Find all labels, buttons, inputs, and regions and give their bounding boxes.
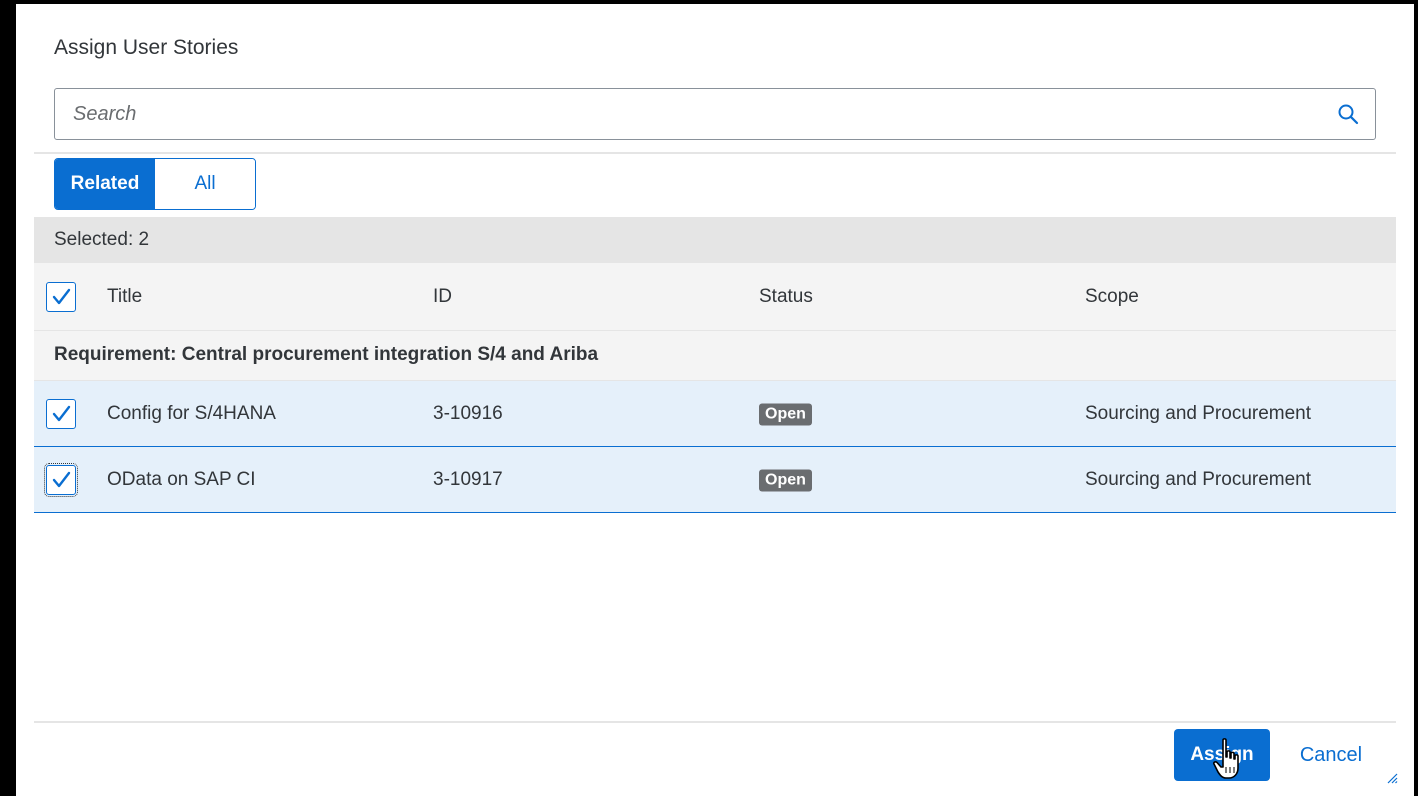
check-icon bbox=[52, 405, 71, 421]
hand-pointer-cursor-icon bbox=[1212, 738, 1239, 779]
table-row[interactable]: Config for S/4HANA 3-10916 Open Sourcing… bbox=[34, 381, 1396, 447]
check-icon bbox=[52, 288, 71, 304]
selected-count-bar: Selected: 2 bbox=[34, 217, 1396, 263]
footer-divider bbox=[34, 721, 1396, 723]
row-checkbox[interactable] bbox=[46, 398, 76, 429]
status-badge: Open bbox=[759, 403, 812, 425]
row-id: 3-10917 bbox=[433, 468, 503, 490]
search-icon[interactable] bbox=[1337, 103, 1359, 125]
row-title: OData on SAP CI bbox=[107, 468, 256, 490]
assign-user-stories-dialog: Assign User Stories Related All Selected… bbox=[16, 4, 1414, 796]
segment-related-button[interactable]: Related bbox=[55, 159, 155, 209]
status-badge: Open bbox=[759, 469, 812, 491]
table-row[interactable]: OData on SAP CI 3-10917 Open Sourcing an… bbox=[34, 447, 1396, 513]
row-checkbox[interactable] bbox=[44, 462, 78, 497]
column-header-scope[interactable]: Scope bbox=[1085, 286, 1139, 308]
column-header-title[interactable]: Title bbox=[107, 286, 142, 308]
row-status-cell: Open bbox=[759, 468, 812, 491]
check-icon bbox=[52, 471, 71, 487]
column-header-status[interactable]: Status bbox=[759, 286, 813, 308]
row-select-cell bbox=[46, 398, 76, 429]
group-header-row: Requirement: Central procurement integra… bbox=[34, 331, 1396, 381]
segment-all-button[interactable]: All bbox=[155, 159, 255, 209]
row-scope: Sourcing and Procurement bbox=[1085, 468, 1312, 490]
select-all-cell bbox=[46, 281, 76, 312]
resize-handle-icon[interactable] bbox=[1386, 772, 1398, 784]
column-header-id[interactable]: ID bbox=[433, 286, 452, 308]
row-id: 3-10916 bbox=[433, 402, 503, 424]
row-status-cell: Open bbox=[759, 402, 812, 425]
user-stories-table: Title ID Status Scope Requirement: Centr… bbox=[34, 263, 1396, 513]
cancel-button[interactable]: Cancel bbox=[1286, 729, 1376, 781]
select-all-checkbox[interactable] bbox=[46, 281, 76, 312]
row-title: Config for S/4HANA bbox=[107, 402, 276, 424]
search-field[interactable] bbox=[54, 88, 1376, 140]
group-header-label: Requirement: Central procurement integra… bbox=[54, 344, 599, 365]
row-scope: Sourcing and Procurement bbox=[1085, 402, 1312, 424]
toolbar-divider bbox=[34, 152, 1396, 154]
row-select-cell bbox=[44, 462, 78, 497]
table-header-row: Title ID Status Scope bbox=[34, 263, 1396, 331]
dialog-title: Assign User Stories bbox=[54, 36, 239, 59]
filter-segmented-button: Related All bbox=[54, 158, 256, 210]
search-input[interactable] bbox=[55, 89, 1315, 139]
selected-count-label: Selected: 2 bbox=[54, 229, 150, 250]
